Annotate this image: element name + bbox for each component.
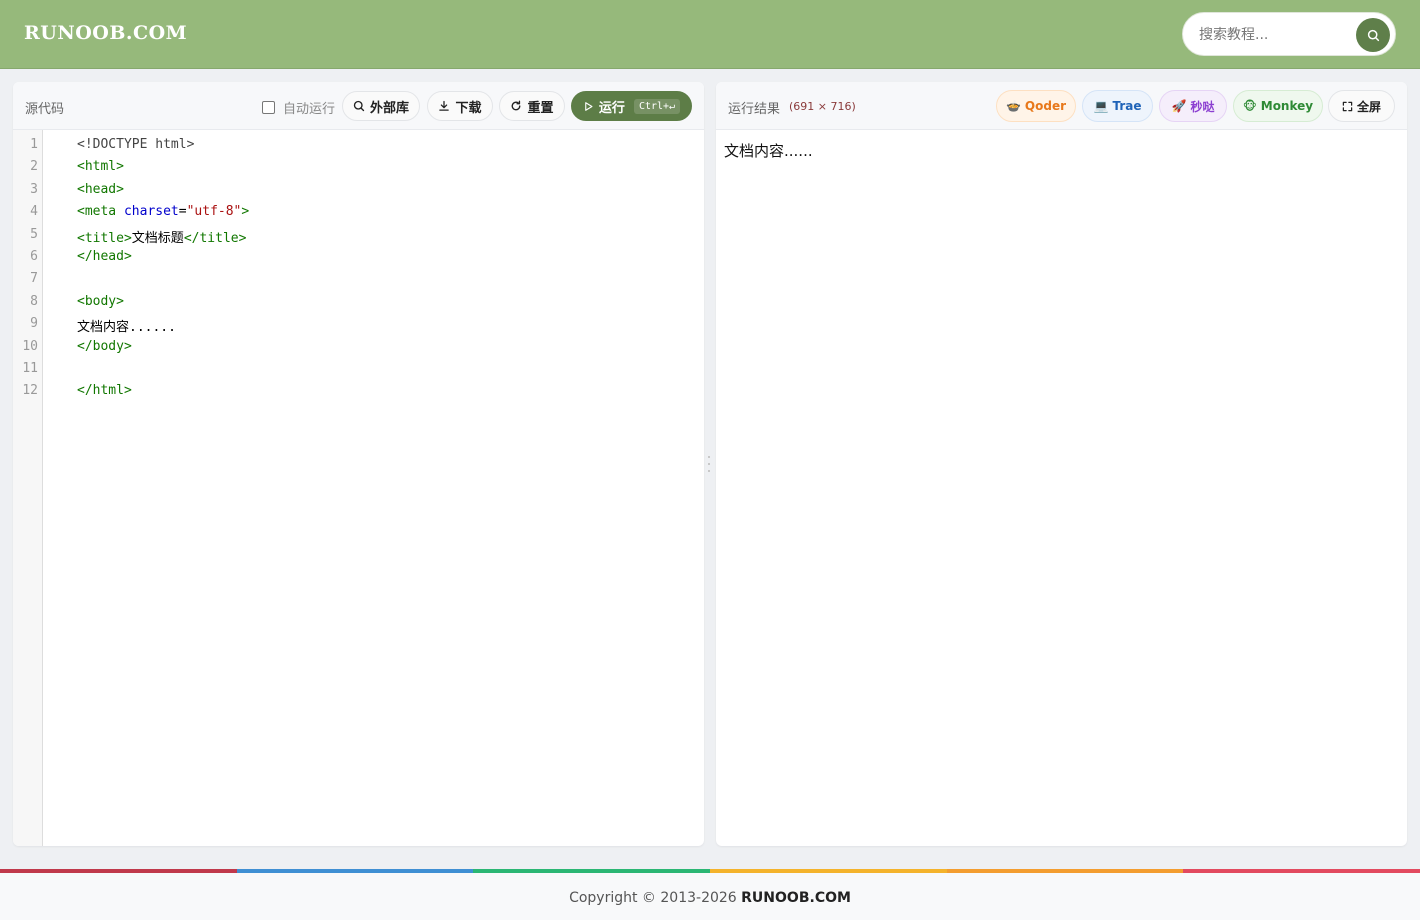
line-number: 12 xyxy=(22,383,38,398)
auto-run-checkbox[interactable] xyxy=(262,101,275,114)
download-button[interactable]: 下载 xyxy=(427,91,493,121)
copyright: Copyright © 2013-2026 RUNOOB.COM xyxy=(0,890,1420,906)
line-number: 1 xyxy=(30,137,38,152)
copyright-brand[interactable]: RUNOOB.COM xyxy=(741,890,851,906)
search-box xyxy=(1182,12,1396,56)
output-text: 文档内容...... xyxy=(724,142,813,160)
qoder-icon: 🍲 xyxy=(1005,99,1021,113)
editor-panel: 源代码 自动运行 外部库 下载 重置 运行 Ctrl+↵ 1 2 3 4 5 6 xyxy=(13,82,704,846)
code-editor[interactable]: <!DOCTYPE html> <html> <head> <meta char… xyxy=(43,130,704,846)
code-line[interactable]: <html> xyxy=(77,159,124,174)
line-number: 3 xyxy=(30,182,38,197)
code-line[interactable]: <!DOCTYPE html> xyxy=(77,137,194,152)
editor-title: 源代码 xyxy=(25,102,65,117)
line-number: 2 xyxy=(30,159,38,174)
result-size: (691 × 716) xyxy=(789,100,856,113)
rocket-icon: 🚀 xyxy=(1171,99,1187,113)
qoder-button[interactable]: 🍲 Qoder xyxy=(996,90,1076,122)
line-number-gutter: 1 2 3 4 5 6 7 8 9 10 11 12 xyxy=(13,130,43,846)
auto-run-toggle[interactable]: 自动运行 xyxy=(262,98,335,117)
reset-label: 重置 xyxy=(527,100,554,116)
fullscreen-icon xyxy=(1342,101,1353,111)
trae-label: Trae xyxy=(1112,99,1142,113)
search-input[interactable] xyxy=(1199,24,1349,46)
run-shortcut: Ctrl+↵ xyxy=(633,98,681,114)
panel-resize-handle[interactable] xyxy=(707,456,711,472)
line-number: 5 xyxy=(30,227,38,242)
play-icon xyxy=(585,101,593,111)
download-label: 下载 xyxy=(455,100,482,116)
result-panel: 运行结果 (691 × 716) 🍲 Qoder 💻 Trae 🚀 秒哒 🐵 M… xyxy=(716,82,1407,846)
code-line[interactable]: </body> xyxy=(77,339,132,354)
line-number: 4 xyxy=(30,204,38,219)
footer: Copyright © 2013-2026 RUNOOB.COM xyxy=(0,869,1420,920)
search-icon xyxy=(1367,29,1379,41)
external-libs-label: 外部库 xyxy=(369,100,409,116)
search-icon xyxy=(353,100,365,112)
run-button[interactable]: 运行 Ctrl+↵ xyxy=(571,91,692,121)
code-line[interactable]: </head> xyxy=(77,249,132,264)
result-iframe[interactable]: 文档内容...... xyxy=(716,130,1407,846)
qoder-label: Qoder xyxy=(1024,99,1067,113)
site-logo[interactable]: RUNOOB.COM xyxy=(24,22,187,44)
fullscreen-button[interactable]: 全屏 xyxy=(1328,90,1395,122)
trae-button[interactable]: 💻 Trae xyxy=(1082,90,1153,122)
search-button[interactable] xyxy=(1356,18,1390,52)
editor-toolbar: 源代码 自动运行 外部库 下载 重置 运行 Ctrl+↵ xyxy=(13,82,704,130)
auto-run-label: 自动运行 xyxy=(283,102,336,117)
code-line[interactable]: <title>文档标题</title> xyxy=(77,227,246,246)
laptop-icon: 💻 xyxy=(1093,99,1109,113)
code-line[interactable]: <head> xyxy=(77,182,124,197)
line-number: 8 xyxy=(30,294,38,309)
fullscreen-label: 全屏 xyxy=(1356,99,1381,114)
monkey-icon: 🐵 xyxy=(1242,99,1257,113)
reset-button[interactable]: 重置 xyxy=(499,91,565,121)
download-icon xyxy=(439,100,450,111)
code-line[interactable]: </html> xyxy=(77,383,132,398)
result-toolbar: 运行结果 (691 × 716) 🍲 Qoder 💻 Trae 🚀 秒哒 🐵 M… xyxy=(716,82,1407,130)
header: RUNOOB.COM xyxy=(0,0,1420,69)
monkey-button[interactable]: 🐵 Monkey xyxy=(1233,90,1323,122)
code-line[interactable]: 文档内容...... xyxy=(77,316,176,335)
copyright-text: Copyright © 2013-2026 xyxy=(569,890,737,906)
line-number: 6 xyxy=(30,249,38,264)
line-number: 9 xyxy=(30,316,38,331)
miaoda-button[interactable]: 🚀 秒哒 xyxy=(1159,90,1227,122)
footer-color-stripe xyxy=(0,869,1420,873)
code-line[interactable]: <body> xyxy=(77,294,124,309)
run-label: 运行 xyxy=(598,100,625,116)
miaoda-label: 秒哒 xyxy=(1190,99,1215,114)
monkey-label: Monkey xyxy=(1260,99,1314,113)
line-number: 7 xyxy=(30,271,38,286)
external-libs-button[interactable]: 外部库 xyxy=(342,91,420,121)
line-number: 11 xyxy=(22,361,38,376)
result-title: 运行结果 xyxy=(728,102,781,117)
code-line[interactable]: <meta charset="utf-8"> xyxy=(77,204,249,219)
refresh-icon xyxy=(512,100,521,111)
line-number: 10 xyxy=(22,339,38,354)
